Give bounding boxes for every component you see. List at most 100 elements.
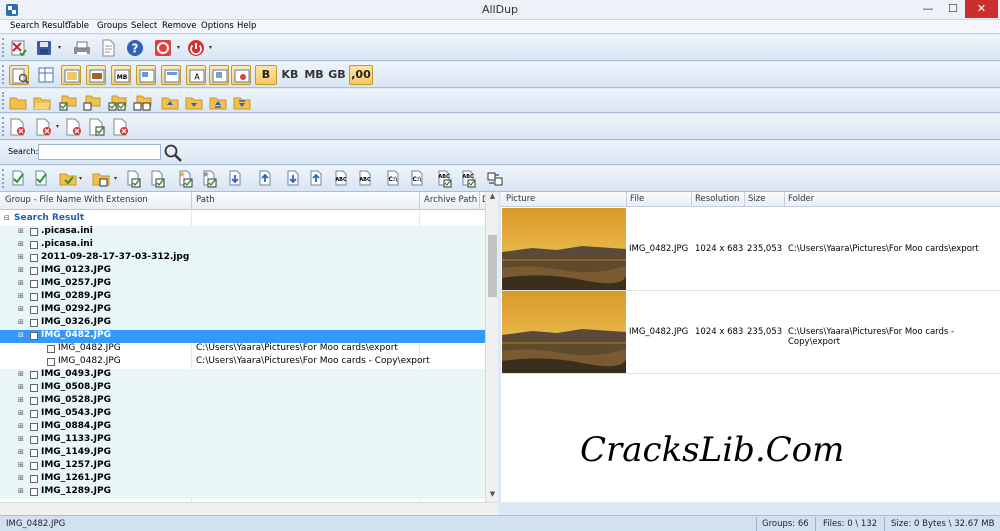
check-largest-icon[interactable]: [256, 169, 276, 189]
close-results-icon[interactable]: [9, 38, 29, 58]
update-dropdown-icon[interactable]: ▾: [177, 38, 183, 58]
row-checkbox[interactable]: [47, 358, 55, 366]
row-checkbox[interactable]: [30, 228, 38, 236]
view-mb-icon[interactable]: MB: [111, 65, 131, 85]
row-checkbox[interactable]: [30, 254, 38, 262]
check-oldest-icon[interactable]: [148, 169, 168, 189]
tree-group-row[interactable]: ⊞ IMG_0257.JPG: [0, 278, 485, 291]
check-old-star-icon[interactable]: [200, 169, 220, 189]
toolbar-grip[interactable]: [2, 169, 5, 188]
tree-group-row[interactable]: ⊞ IMG_0884.JPG: [0, 421, 485, 434]
size-mb-button[interactable]: MB: [303, 65, 325, 85]
preview-thumbnail[interactable]: [502, 208, 626, 290]
toolbar-grip[interactable]: [2, 117, 5, 136]
menu-remove[interactable]: Remove: [162, 21, 197, 31]
remove-dropdown-icon[interactable]: ▾: [56, 117, 62, 137]
tree-child-row[interactable]: IMG_0482.JPG C:\Users\Yaara\Pictures\For …: [0, 343, 485, 356]
search-icon[interactable]: [163, 143, 183, 163]
column-group-name[interactable]: Group - File Name With Extension: [5, 195, 148, 205]
expand-icon[interactable]: ⊞: [18, 422, 24, 430]
column-resolution[interactable]: Resolution: [695, 194, 739, 204]
recycle-file-icon[interactable]: [34, 117, 54, 137]
column-size[interactable]: Size: [748, 194, 765, 204]
check-smallest-icon[interactable]: [226, 169, 246, 189]
tree-group-row[interactable]: ⊞ IMG_1149.JPG: [0, 447, 485, 460]
maximize-button[interactable]: ☐: [941, 0, 965, 18]
scroll-down-icon[interactable]: ▼: [486, 490, 499, 502]
expand-icon[interactable]: ⊞: [18, 253, 24, 261]
check-newest-icon[interactable]: [124, 169, 144, 189]
tree-group-row[interactable]: ⊟ IMG_0482.JPG: [0, 330, 485, 343]
expand-icon[interactable]: ⊞: [18, 370, 24, 378]
row-checkbox[interactable]: [30, 332, 38, 340]
menu-help[interactable]: Help: [237, 21, 256, 31]
delete-file-icon[interactable]: [8, 117, 28, 137]
check-folder-2-dropdown-icon[interactable]: ▾: [114, 169, 120, 189]
menu-options[interactable]: Options: [201, 21, 234, 31]
menu-table[interactable]: Table: [67, 21, 89, 31]
expand-icon[interactable]: ⊞: [18, 487, 24, 495]
expand-icon[interactable]: ⊞: [18, 461, 24, 469]
row-checkbox[interactable]: [30, 475, 38, 483]
tree-group-row[interactable]: ⊞ IMG_0543.JPG: [0, 408, 485, 421]
column-file[interactable]: File: [630, 194, 644, 204]
update-icon[interactable]: [153, 38, 173, 58]
expand-icon[interactable]: ⊞: [18, 409, 24, 417]
tree-root[interactable]: ⊟ Search Result: [0, 213, 485, 226]
row-checkbox[interactable]: [30, 384, 38, 392]
expand-icon[interactable]: ⊞: [18, 474, 24, 482]
export-icon[interactable]: [98, 38, 118, 58]
row-checkbox[interactable]: [30, 267, 38, 275]
tree-horizontal-scrollbar[interactable]: [0, 502, 498, 515]
expand-icon[interactable]: ⊞: [18, 435, 24, 443]
check-folder-2-icon[interactable]: [91, 169, 111, 189]
view-thumb-1-icon[interactable]: [61, 65, 81, 85]
check-abc-2-icon[interactable]: ABC: [356, 169, 376, 189]
view-thumb-6-icon[interactable]: [209, 65, 229, 85]
search-input[interactable]: [38, 144, 161, 160]
row-checkbox[interactable]: [30, 306, 38, 314]
toolbar-grip[interactable]: [2, 92, 5, 109]
expand-icon[interactable]: ⊞: [18, 227, 24, 235]
swap-check-icon[interactable]: [485, 169, 505, 189]
view-thumb-3-icon[interactable]: [136, 65, 156, 85]
view-thumb-7-icon[interactable]: [231, 65, 251, 85]
move-checked-icon[interactable]: [87, 117, 107, 137]
row-checkbox[interactable]: [30, 241, 38, 249]
menu-search-result[interactable]: Search Result: [10, 21, 68, 31]
check-abc-box-icon[interactable]: ABC: [435, 169, 455, 189]
row-checkbox[interactable]: [30, 488, 38, 496]
save-dropdown-icon[interactable]: ▾: [58, 38, 64, 58]
folder-last-icon[interactable]: [232, 92, 252, 112]
preview-row[interactable]: IMG_0482.JPG 1024 x 683 235,053 C:\Users\Ya…: [501, 208, 1000, 291]
tree-group-row[interactable]: ⊞ IMG_1257.JPG: [0, 460, 485, 473]
row-checkbox[interactable]: [30, 293, 38, 301]
tree-group-row[interactable]: ⊞ 2011-09-28-17-37-03-312.jpg: [0, 252, 485, 265]
check-drive-2-icon[interactable]: C:\: [408, 169, 428, 189]
thumbnail-image[interactable]: [502, 208, 626, 290]
expand-icon[interactable]: ⊞: [18, 240, 24, 248]
preview-pane-icon[interactable]: [9, 65, 29, 85]
tree-group-row[interactable]: ⊞ .picasa.ini: [0, 239, 485, 252]
decimals-button[interactable]: ,00: [349, 65, 373, 85]
column-path[interactable]: Path: [196, 195, 215, 205]
save-icon[interactable]: [34, 38, 54, 58]
check-down-icon[interactable]: [284, 169, 304, 189]
check-up-icon[interactable]: [307, 169, 327, 189]
row-checkbox[interactable]: [30, 319, 38, 327]
folder-open-icon[interactable]: [32, 92, 52, 112]
check-abc-box-2-icon[interactable]: ABC: [459, 169, 479, 189]
row-checkbox[interactable]: [47, 345, 55, 353]
folder-check-icon[interactable]: [58, 92, 78, 112]
folder-collapse-icon[interactable]: [8, 92, 28, 112]
toolbar-grip[interactable]: [2, 65, 5, 84]
check-folder-dropdown-icon[interactable]: ▾: [79, 169, 85, 189]
close-button[interactable]: ✕: [965, 0, 998, 18]
row-checkbox[interactable]: [30, 423, 38, 431]
column-folder[interactable]: Folder: [788, 194, 814, 204]
expand-icon[interactable]: ⊞: [18, 292, 24, 300]
size-kb-button[interactable]: KB: [280, 65, 300, 85]
print-icon[interactable]: [72, 38, 92, 58]
check-all-icon[interactable]: [9, 169, 29, 189]
row-checkbox[interactable]: [30, 371, 38, 379]
